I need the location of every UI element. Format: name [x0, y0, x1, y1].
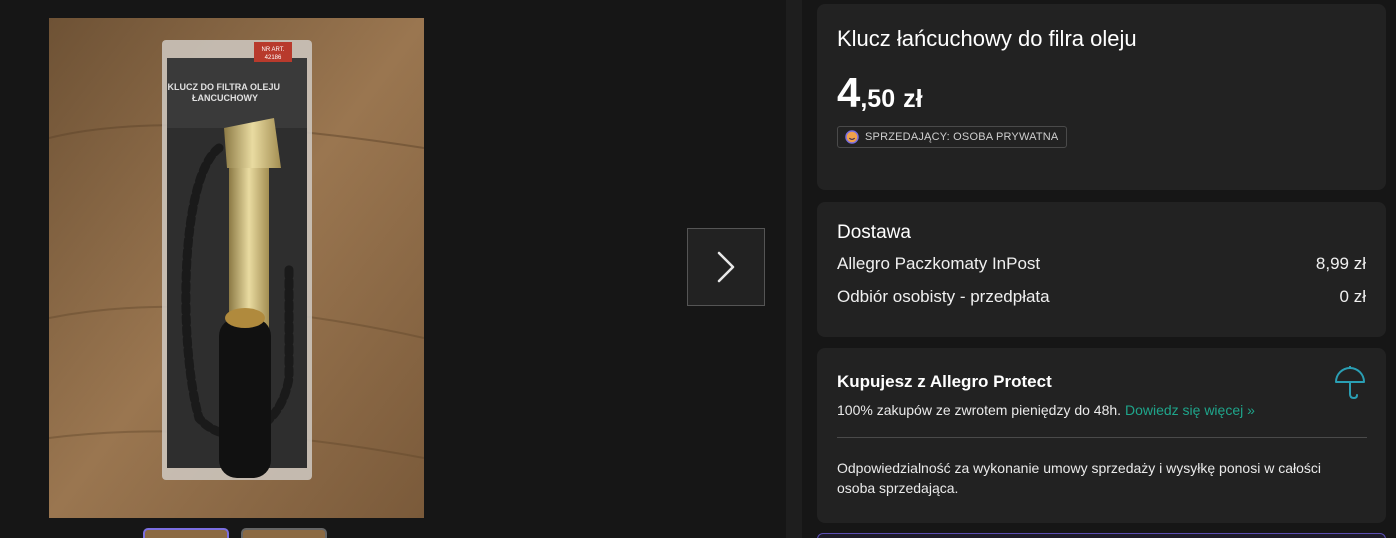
- price-integer: 4: [837, 69, 861, 116]
- learn-more-link[interactable]: Dowiedz się więcej »: [1125, 402, 1255, 418]
- umbrella-icon: [1335, 366, 1365, 400]
- delivery-option-price: 8,99 zł: [1315, 254, 1366, 273]
- product-summary-card: Klucz łańcuchowy do filra oleju 4 ,50 zł…: [817, 4, 1386, 190]
- offer-page: KLUCZ DO FILTRA OLEJU ŁANCUCHOWY NR ART.…: [0, 0, 1396, 538]
- delivery-option: Odbiór osobisty - przedpłata 0 zł: [837, 287, 1366, 307]
- seller-badge-label: SPRZEDAJĄCY: OSOBA PRYWATNA: [865, 131, 1059, 143]
- next-image-button[interactable]: [687, 228, 765, 306]
- protect-description: 100% zakupów ze zwrotem pieniędzy do 48h…: [837, 402, 1366, 418]
- image-gallery: KLUCZ DO FILTRA OLEJU ŁANCUCHOWY NR ART.…: [0, 0, 786, 538]
- thumbnail-2[interactable]: [241, 528, 327, 538]
- price: 4 ,50 zł: [837, 72, 1366, 114]
- allegro-protect-card: Kupujesz z Allegro Protect 100% zakupów …: [817, 348, 1386, 523]
- next-card-edge: [817, 533, 1386, 538]
- delivery-option-name: Odbiór osobisty - przedpłata: [837, 287, 1050, 306]
- protect-line-text: 100% zakupów ze zwrotem pieniędzy do 48h…: [837, 402, 1122, 418]
- seller-responsibility-note: Odpowiedzialność za wykonanie umowy sprz…: [837, 460, 1321, 496]
- seller-type-badge: SPRZEDAJĄCY: OSOBA PRYWATNA: [837, 126, 1068, 148]
- delivery-option-price: 0 zł: [1339, 287, 1366, 306]
- price-fraction: ,50: [860, 85, 896, 113]
- delivery-option: Allegro Paczkomaty InPost 8,99 zł: [837, 254, 1366, 274]
- smiley-icon: [845, 130, 859, 144]
- protect-heading: Kupujesz z Allegro Protect: [837, 372, 1052, 391]
- price-currency: zł: [903, 85, 923, 113]
- column-divider: [786, 0, 802, 538]
- svg-text:42186: 42186: [265, 55, 282, 61]
- divider-line: [837, 437, 1367, 438]
- product-photo[interactable]: KLUCZ DO FILTRA OLEJU ŁANCUCHOWY NR ART.…: [49, 18, 424, 518]
- delivery-option-name: Allegro Paczkomaty InPost: [837, 254, 1041, 273]
- delivery-card: Dostawa Allegro Paczkomaty InPost 8,99 z…: [817, 202, 1386, 337]
- thumbnail-1[interactable]: [143, 528, 229, 538]
- chevron-right-icon: [717, 251, 735, 283]
- delivery-heading: Dostawa: [837, 222, 911, 243]
- product-title: Klucz łańcuchowy do filra oleju: [837, 26, 1137, 51]
- svg-text:NR ART.: NR ART.: [262, 47, 285, 53]
- thumbnail-strip: [143, 528, 327, 538]
